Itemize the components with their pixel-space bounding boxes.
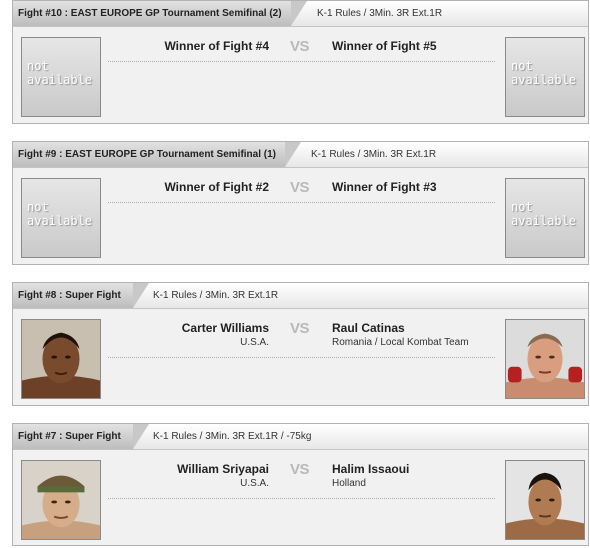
fight-title: Fight #9 : EAST EUROPE GP Tournament Sem… [18, 149, 276, 160]
fight-card: Fight #7 : Super Fight K-1 Rules / 3Min.… [12, 423, 589, 546]
fighter-photo-right: not available [505, 37, 585, 117]
fight-card: Fight #10 : EAST EUROPE GP Tournament Se… [12, 0, 589, 124]
fighter-photo-image [506, 461, 584, 539]
fighter-photo-right: not available [505, 178, 585, 258]
fighter-photo-right[interactable] [505, 460, 585, 540]
fight-title: Fight #7 : Super Fight [18, 431, 121, 442]
fighter-left-name[interactable]: Winner of Fight #2 [164, 180, 269, 194]
photo-not-available-label: not available [511, 59, 577, 87]
fighter-photo-right[interactable] [505, 319, 585, 399]
photo-not-available-label: not available [27, 200, 93, 228]
fighter-right-name[interactable]: Halim Issaoui [332, 462, 409, 476]
fight-rules: K-1 Rules / 3Min. 3R Ext.1R [311, 149, 437, 160]
fight-header: Fight #8 : Super Fight K-1 Rules / 3Min.… [13, 283, 588, 309]
fight-header: Fight #10 : EAST EUROPE GP Tournament Se… [13, 1, 588, 27]
vs-label: VS [290, 461, 310, 478]
fight-rules: K-1 Rules / 3Min. 3R Ext.1R [153, 290, 279, 301]
fighter-right-name[interactable]: Winner of Fight #3 [332, 180, 437, 194]
fighter-photo-image [22, 461, 100, 539]
fighter-photo-left: not available [21, 37, 101, 117]
fighter-right-name[interactable]: Winner of Fight #5 [332, 39, 437, 53]
fight-rules: K-1 Rules / 3Min. 3R Ext.1R / -75kg [153, 431, 312, 442]
fighter-left-country: U.S.A. [240, 337, 269, 348]
fighter-photo-left[interactable] [21, 460, 101, 540]
fighter-photo-image [506, 320, 584, 398]
fight-title-tab: Fight #7 : Super Fight [13, 424, 133, 449]
fighter-left-name[interactable]: Carter Williams [182, 321, 269, 335]
vs-label: VS [290, 38, 310, 55]
fight-title-tab: Fight #9 : EAST EUROPE GP Tournament Sem… [13, 142, 285, 167]
fighter-left-name[interactable]: William Sriyapai [177, 462, 269, 476]
vs-label: VS [290, 320, 310, 337]
fighter-left-name[interactable]: Winner of Fight #4 [164, 39, 269, 53]
divider [108, 61, 495, 62]
fighter-photo-left: not available [21, 178, 101, 258]
fighter-right-name[interactable]: Raul Catinas [332, 321, 405, 335]
fight-card: Fight #9 : EAST EUROPE GP Tournament Sem… [12, 141, 589, 265]
vs-label: VS [290, 179, 310, 196]
photo-not-available-label: not available [511, 200, 577, 228]
fighter-photo-left[interactable] [21, 319, 101, 399]
fight-title-tab: Fight #8 : Super Fight [13, 283, 133, 308]
fighter-photo-image [22, 320, 100, 398]
fighter-right-country: Romania / Local Kombat Team [332, 337, 469, 348]
divider [108, 357, 495, 358]
fighter-right-country: Holland [332, 478, 366, 489]
divider [108, 202, 495, 203]
fight-rules: K-1 Rules / 3Min. 3R Ext.1R [317, 8, 443, 19]
fight-title-tab: Fight #10 : EAST EUROPE GP Tournament Se… [13, 1, 291, 26]
fight-title: Fight #8 : Super Fight [18, 290, 121, 301]
fighter-left-country: U.S.A. [240, 478, 269, 489]
fight-header: Fight #7 : Super Fight K-1 Rules / 3Min.… [13, 424, 588, 450]
fight-header: Fight #9 : EAST EUROPE GP Tournament Sem… [13, 142, 588, 168]
divider [108, 498, 495, 499]
fight-card: Fight #8 : Super Fight K-1 Rules / 3Min.… [12, 282, 589, 406]
photo-not-available-label: not available [27, 59, 93, 87]
fight-title: Fight #10 : EAST EUROPE GP Tournament Se… [18, 8, 282, 19]
